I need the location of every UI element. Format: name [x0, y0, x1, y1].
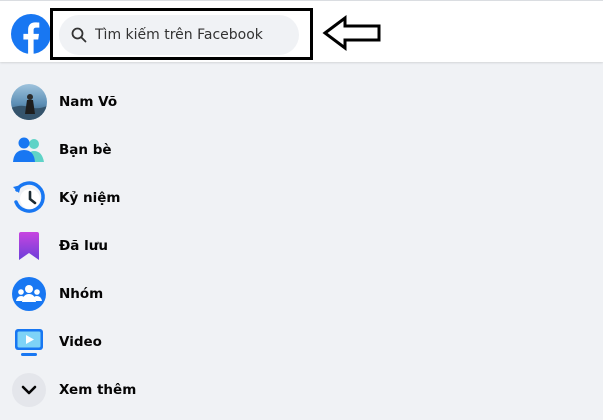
sidebar-item-label: Bạn bè: [59, 142, 112, 158]
friends-icon: [11, 132, 47, 168]
groups-icon: [11, 276, 47, 312]
facebook-logo-icon[interactable]: [11, 14, 51, 54]
sidebar-item-label: Nam Võ: [59, 94, 118, 110]
sidebar-item-video[interactable]: Video: [0, 320, 300, 364]
sidebar-item-label: Đã lưu: [59, 238, 108, 254]
left-arrow-icon: [322, 15, 381, 51]
saved-bookmark-icon: [11, 228, 47, 264]
search-bar[interactable]: [59, 15, 299, 55]
memories-clock-icon: [11, 180, 47, 216]
sidebar-item-saved[interactable]: Đã lưu: [0, 224, 300, 268]
sidebar-item-label: Kỷ niệm: [59, 190, 121, 206]
sidebar-item-see-more[interactable]: Xem thêm: [0, 368, 300, 412]
avatar: [11, 84, 47, 120]
top-navigation-bar: [0, 0, 603, 62]
video-icon: [11, 324, 47, 360]
search-icon: [71, 27, 87, 43]
sidebar-item-groups[interactable]: Nhóm: [0, 272, 300, 316]
sidebar-item-friends[interactable]: Bạn bè: [0, 128, 300, 172]
sidebar-item-memories[interactable]: Kỷ niệm: [0, 176, 300, 220]
sidebar-item-profile[interactable]: Nam Võ: [0, 80, 300, 124]
sidebar-item-label: Xem thêm: [59, 382, 137, 398]
sidebar-item-label: Nhóm: [59, 286, 104, 302]
chevron-down-icon: [11, 372, 47, 408]
sidebar-item-label: Video: [59, 334, 102, 350]
search-input[interactable]: [95, 27, 280, 43]
